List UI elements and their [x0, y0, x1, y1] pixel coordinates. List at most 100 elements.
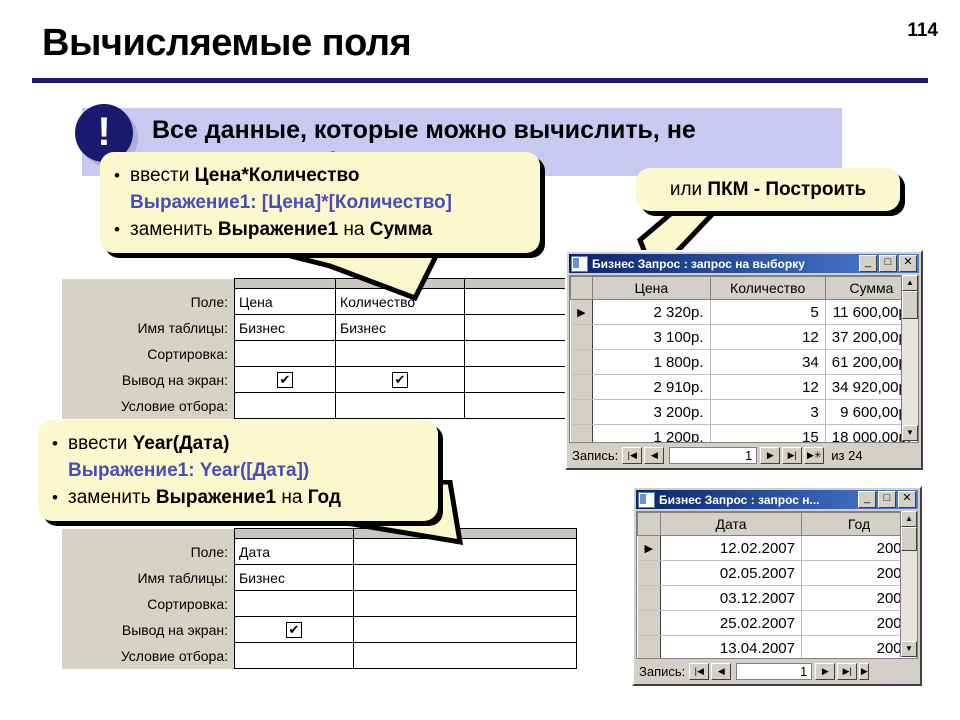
cell-date[interactable]: 13.04.2007 [660, 635, 802, 658]
minimize-button[interactable]: _ [859, 255, 877, 272]
table-row[interactable]: 25.02.2007 2007 [637, 610, 917, 636]
vertical-scrollbar[interactable]: ▲ ▼ [901, 275, 918, 441]
row-selector[interactable] [570, 399, 594, 425]
table-row[interactable]: 2 910р. 12 34 920,00р. [570, 374, 918, 400]
cell-criteria-1[interactable] [234, 392, 336, 419]
close-button[interactable]: ✕ [899, 255, 917, 272]
row-selector[interactable] [570, 349, 594, 375]
cell-criteria-1[interactable] [234, 642, 354, 669]
table-row[interactable]: 3 100р. 12 37 200,00р. [570, 324, 918, 350]
datasheet-grid[interactable]: Дата Год ▶ 12.02.2007 2007 02.05.2007 20… [636, 511, 918, 659]
table-row[interactable]: 13.04.2007 2007 [637, 635, 917, 658]
cell-price[interactable]: 2 910р. [592, 374, 711, 400]
vertical-scrollbar[interactable]: ▲ ▼ [900, 511, 917, 657]
next-record-button[interactable]: ▶ [815, 662, 836, 680]
show-checkbox-1[interactable]: ✔ [286, 622, 302, 639]
window-title-bar[interactable]: Бизнес Запрос : запрос на выборку _ □ ✕ [569, 254, 919, 273]
cell-table-1[interactable]: Бизнес [234, 314, 336, 341]
scroll-down-button[interactable]: ▼ [902, 425, 918, 441]
first-record-button[interactable]: |◀ [689, 662, 710, 680]
row-selector[interactable] [570, 424, 594, 442]
table-row[interactable]: 02.05.2007 2007 [637, 560, 917, 586]
cell-table-2[interactable] [353, 564, 577, 591]
cell-criteria-2[interactable] [335, 392, 465, 419]
cell-show-1[interactable]: ✔ [234, 616, 354, 643]
cell-criteria-3[interactable] [464, 392, 568, 419]
scrollbar-thumb[interactable] [902, 291, 918, 319]
datasheet-grid[interactable]: Цена Количество Сумма ▶ 2 320р. 5 11 600… [569, 275, 919, 443]
table-row[interactable]: 1 200р. 15 18 000,00р. [570, 424, 918, 442]
cell-date[interactable]: 03.12.2007 [660, 585, 802, 611]
scrollbar-thumb[interactable] [901, 527, 917, 551]
row-selector[interactable]: ▶ [637, 535, 661, 561]
cell-criteria-2[interactable] [353, 642, 577, 669]
column-header-date[interactable]: Дата [660, 512, 802, 536]
row-selector[interactable] [637, 635, 661, 658]
cell-qty[interactable]: 34 [710, 349, 826, 375]
scroll-up-button[interactable]: ▲ [901, 511, 917, 527]
datasheet-window-sum[interactable]: Бизнес Запрос : запрос на выборку _ □ ✕ … [565, 250, 923, 470]
cell-qty[interactable]: 12 [710, 324, 826, 350]
cell-price[interactable]: 3 100р. [592, 324, 711, 350]
cell-table-3[interactable] [464, 314, 568, 341]
last-record-button[interactable]: ▶| [837, 662, 858, 680]
record-navigator[interactable]: Запись: |◀ ◀ 1 ▶ ▶| ▶✳ из 24 [569, 444, 919, 466]
cell-price[interactable]: 1 200р. [592, 424, 711, 442]
cell-qty[interactable]: 5 [710, 299, 826, 325]
scroll-down-button[interactable]: ▼ [901, 641, 917, 657]
window-title-bar[interactable]: Бизнес Запрос : запрос н... _ □ ✕ [636, 490, 918, 509]
show-checkbox-1[interactable]: ✔ [277, 372, 293, 389]
table-row[interactable]: ▶ 12.02.2007 2007 [637, 535, 917, 561]
maximize-button[interactable]: □ [878, 491, 896, 508]
row-selector[interactable] [570, 374, 594, 400]
cell-qty[interactable]: 3 [710, 399, 826, 425]
cell-sort-2[interactable] [353, 590, 577, 617]
new-record-button[interactable]: ▶✳ [804, 446, 825, 464]
row-selector[interactable] [637, 610, 661, 636]
cell-show-3[interactable] [464, 366, 568, 393]
cell-date[interactable]: 25.02.2007 [660, 610, 802, 636]
column-header-qty[interactable]: Количество [709, 276, 826, 300]
cell-show-2[interactable]: ✔ [335, 366, 465, 393]
cell-qty[interactable]: 12 [710, 374, 826, 400]
scroll-up-button[interactable]: ▲ [902, 275, 918, 291]
cell-date[interactable]: 02.05.2007 [660, 560, 802, 586]
minimize-button[interactable]: _ [858, 491, 876, 508]
datasheet-window-year[interactable]: Бизнес Запрос : запрос н... _ □ ✕ Дата Г… [632, 486, 922, 686]
row-selector[interactable] [570, 324, 594, 350]
cell-date[interactable]: 12.02.2007 [660, 535, 802, 561]
cell-table-2[interactable]: Бизнес [335, 314, 465, 341]
record-navigator[interactable]: Запись: |◀ ◀ 1 ▶ ▶| ▶ [636, 660, 918, 682]
last-record-button[interactable]: ▶| [782, 446, 803, 464]
previous-record-button[interactable]: ◀ [711, 662, 732, 680]
new-record-button[interactable]: ▶ [859, 662, 870, 680]
cell-price[interactable]: 2 320р. [592, 299, 711, 325]
cell-price[interactable]: 1 800р. [592, 349, 711, 375]
maximize-button[interactable]: □ [879, 255, 897, 272]
previous-record-button[interactable]: ◀ [644, 446, 665, 464]
callout-year-instructions: • ввести Year(Дата) Выражение1: Year([Да… [38, 420, 438, 521]
cell-sort-2[interactable] [335, 340, 465, 367]
row-selector[interactable]: ▶ [570, 299, 594, 325]
show-checkbox-2[interactable]: ✔ [392, 372, 408, 389]
cell-sort-1[interactable] [234, 590, 354, 617]
row-selector[interactable] [637, 585, 661, 611]
cell-sort-3[interactable] [464, 340, 568, 367]
cell-show-2[interactable] [353, 616, 577, 643]
table-row[interactable]: 1 800р. 34 61 200,00р. [570, 349, 918, 375]
record-number-input[interactable]: 1 [736, 662, 813, 680]
record-number-input[interactable]: 1 [669, 446, 758, 464]
table-row[interactable]: 03.12.2007 2007 [637, 585, 917, 611]
cell-qty[interactable]: 15 [710, 424, 826, 442]
table-row[interactable]: 3 200р. 3 9 600,00р. [570, 399, 918, 425]
row-selector[interactable] [637, 560, 661, 586]
close-button[interactable]: ✕ [898, 491, 916, 508]
cell-price[interactable]: 3 200р. [592, 399, 711, 425]
cell-table-1[interactable]: Бизнес [234, 564, 354, 591]
next-record-button[interactable]: ▶ [760, 446, 781, 464]
cell-show-1[interactable]: ✔ [234, 366, 336, 393]
first-record-button[interactable]: |◀ [622, 446, 643, 464]
column-header-price[interactable]: Цена [592, 276, 711, 300]
cell-sort-1[interactable] [234, 340, 336, 367]
table-row[interactable]: ▶ 2 320р. 5 11 600,00р. [570, 299, 918, 325]
